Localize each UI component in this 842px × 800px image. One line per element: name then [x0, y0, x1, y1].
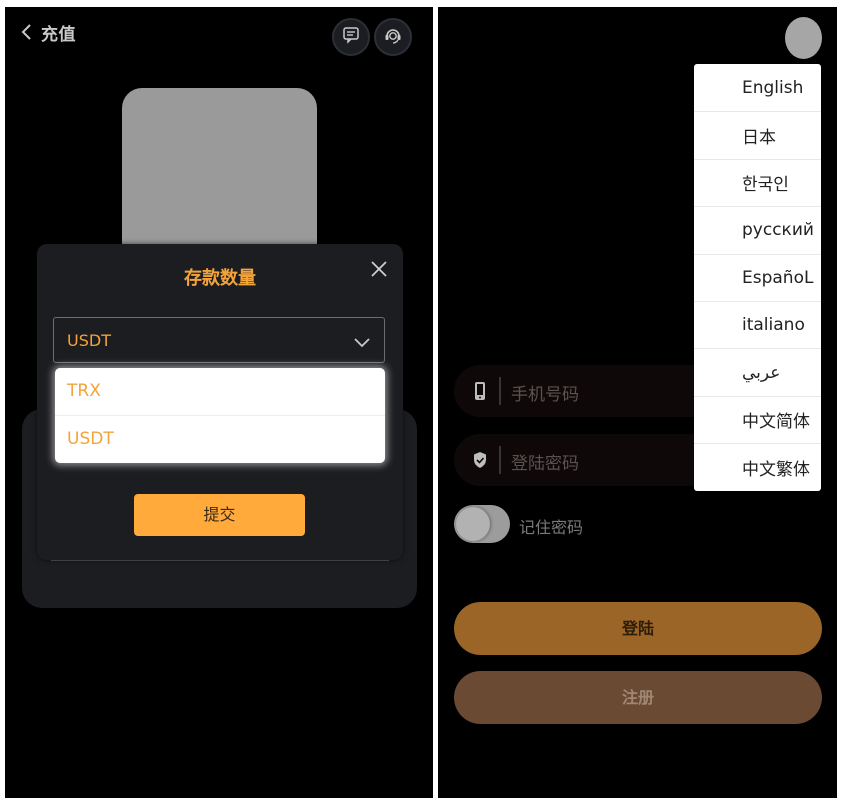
- deposit-amount-modal: 存款数量 USDT TRX USDT 提交: [37, 244, 403, 560]
- back-chevron-left-icon[interactable]: [19, 21, 35, 43]
- customer-service-icon: [383, 25, 403, 49]
- language-option-italian[interactable]: italiano: [694, 300, 821, 348]
- submit-button[interactable]: 提交: [134, 494, 305, 536]
- language-option-english[interactable]: English: [694, 64, 821, 111]
- register-button[interactable]: 注册: [454, 671, 822, 724]
- currency-select[interactable]: USDT: [53, 317, 385, 363]
- language-option-arabic[interactable]: عربي: [694, 348, 821, 395]
- modal-title: 存款数量: [184, 268, 256, 289]
- field-separator: [499, 377, 501, 405]
- phone-icon: [472, 381, 488, 401]
- close-icon[interactable]: [370, 260, 388, 278]
- language-option-japanese[interactable]: 日本: [694, 111, 821, 158]
- language-option-korean[interactable]: 한국인: [694, 158, 821, 206]
- language-option-traditional-chinese[interactable]: 中文繁体: [694, 443, 821, 490]
- language-option-russian[interactable]: русский: [694, 206, 821, 253]
- message-button[interactable]: [332, 18, 370, 56]
- password-placeholder: 登陆密码: [511, 454, 579, 474]
- language-option-spanish[interactable]: EspañoL: [694, 253, 821, 301]
- field-separator: [499, 446, 501, 474]
- dropdown-option-trx[interactable]: TRX: [55, 368, 385, 415]
- language-menu: English 日本 한국인 русский EspañoL italiano …: [694, 64, 821, 491]
- toggle-knob: [456, 507, 490, 541]
- page-title: 充值: [41, 25, 76, 45]
- language-avatar-button[interactable]: [785, 17, 822, 59]
- language-option-simplified-chinese[interactable]: 中文简体: [694, 395, 821, 443]
- dropdown-option-usdt[interactable]: USDT: [55, 415, 385, 462]
- message-icon: [342, 26, 360, 48]
- customer-service-button[interactable]: [374, 18, 412, 56]
- phone-placeholder: 手机号码: [511, 385, 579, 405]
- shield-icon: [472, 450, 488, 470]
- select-value: USDT: [67, 331, 111, 350]
- recharge-screen: 充值 存款数量 USDT TRX USDT 提交: [5, 7, 433, 798]
- chevron-down-icon: [353, 334, 371, 348]
- remember-password-toggle[interactable]: [454, 505, 510, 543]
- currency-dropdown: TRX USDT: [55, 368, 385, 463]
- remember-password-label: 记住密码: [519, 518, 584, 537]
- login-button[interactable]: 登陆: [454, 602, 822, 655]
- login-screen: 手机号码 登陆密码 记住密码 登陆 注册 English 日本 한국인 русс…: [438, 7, 837, 798]
- qr-code-placeholder: [122, 88, 317, 268]
- divider: [51, 560, 389, 561]
